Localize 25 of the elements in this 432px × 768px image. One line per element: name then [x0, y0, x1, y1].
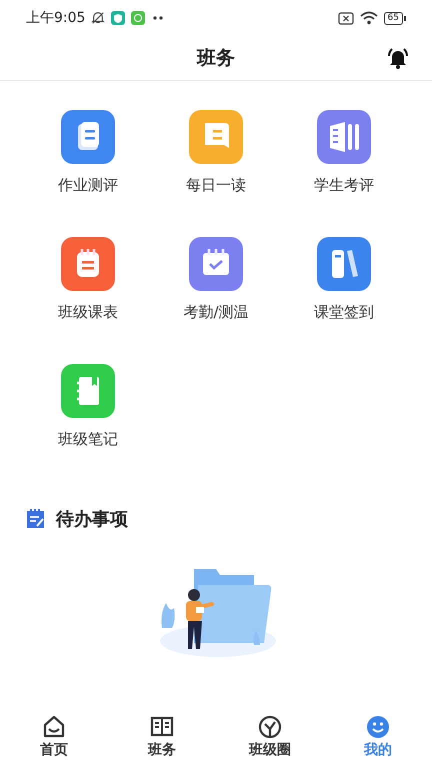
page-title: 班务 [197, 46, 235, 71]
feature-item[interactable]: 学生考评 [314, 110, 374, 195]
tab-item[interactable]: 首页 [0, 710, 108, 768]
notification-off-icon [91, 11, 106, 25]
tab-item[interactable]: 班务 [108, 710, 216, 768]
home-icon [41, 714, 67, 740]
section-title: 待办事项 [56, 508, 128, 531]
more-dots-icon [151, 14, 166, 22]
notepad-icon [26, 509, 46, 529]
shield-app-icon [111, 11, 126, 25]
smile-icon [365, 714, 391, 740]
tab-item[interactable]: 我的 [324, 710, 432, 768]
feature-item[interactable]: 班级课表 [58, 237, 118, 322]
feature-item[interactable]: 考勤/测温 [183, 237, 249, 322]
feature-item[interactable]: 每日一读 [186, 110, 246, 195]
battery-level: 65 [384, 12, 403, 24]
sim-off-icon [338, 12, 354, 24]
feature-item[interactable]: 课堂签到 [314, 237, 374, 322]
wifi-icon [360, 11, 378, 25]
status-time: 上午9:05 [26, 9, 86, 27]
feature-item[interactable]: 作业测评 [58, 110, 118, 195]
ring-app-icon [131, 11, 146, 25]
feature-item[interactable]: 班级笔记 [58, 364, 118, 449]
circle-icon [257, 714, 283, 740]
tab-item[interactable]: 班级圈 [216, 710, 324, 768]
